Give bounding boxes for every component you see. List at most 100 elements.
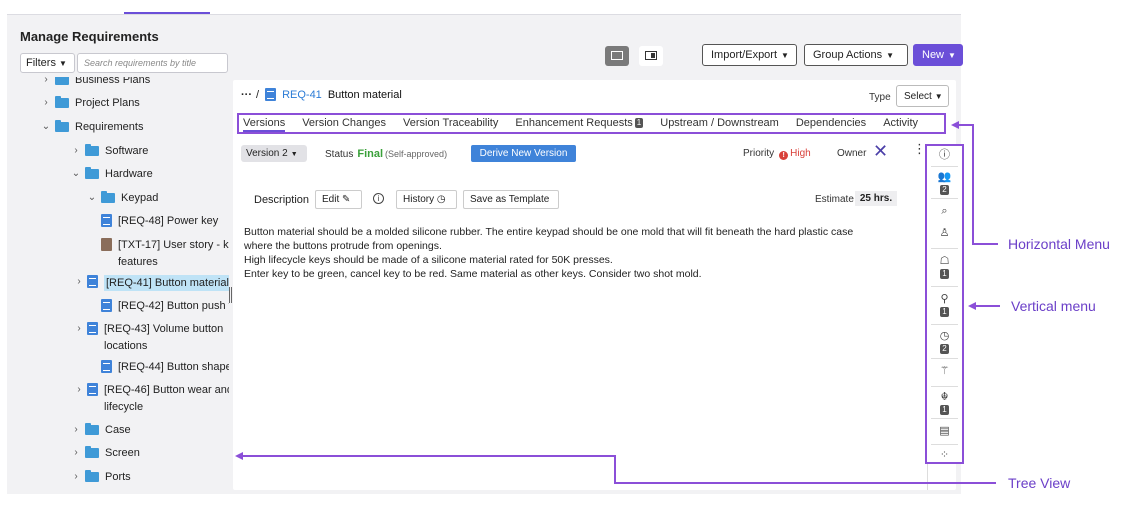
breadcrumb-more[interactable]: ··· — [241, 89, 252, 101]
count-badge: 1 — [634, 118, 644, 128]
person-menu-button[interactable]: ♙ — [927, 228, 962, 239]
tree-item-label: [REQ-42] Button push feel — [118, 299, 229, 313]
tree-item-text: [REQ-46] Button wear and — [104, 384, 229, 396]
tree-item-text: [REQ-42] Button push feel — [118, 300, 229, 312]
split-view-icon — [645, 51, 657, 60]
timer-menu-button[interactable]: ◷ 2 — [927, 331, 962, 354]
tab-dependencies[interactable]: Dependencies — [796, 115, 866, 132]
tree-requirement-item[interactable]: [REQ-48] Power key — [99, 214, 218, 234]
link-icon: ⚲ — [940, 293, 949, 305]
link-menu-button[interactable]: ⚲ 1 — [927, 294, 962, 317]
chevron-right-icon[interactable]: › — [73, 275, 85, 289]
chevron-down-icon[interactable]: ⌄ — [70, 167, 82, 181]
priority[interactable]: Priority! High — [743, 148, 811, 160]
estimate-value[interactable]: 25 hrs. — [855, 191, 897, 206]
chevron-right-icon[interactable]: › — [73, 322, 85, 336]
tree-folder-item[interactable]: ⌄ Keypad — [86, 191, 158, 211]
tab-versions[interactable]: Versions — [243, 115, 286, 132]
tree-requirement-item[interactable]: › [REQ-46] Button wear and lifecycle — [73, 383, 229, 413]
tree-requirement-item[interactable]: [TXT-17] User story - keypad features — [99, 238, 229, 268]
tree-folder-item[interactable]: › Ports — [70, 470, 131, 490]
chevron-down-icon[interactable]: ⌄ — [40, 120, 52, 134]
derive-new-version-button[interactable]: Derive New Version — [471, 145, 576, 162]
tree-item-text: Ports — [105, 471, 131, 483]
chevron-right-icon[interactable]: › — [70, 446, 82, 460]
tree-folder-item[interactable]: › Screen — [70, 446, 140, 466]
search-input[interactable] — [77, 53, 228, 73]
callout-tree-connector — [614, 455, 616, 483]
split-view-toggle[interactable] — [639, 46, 663, 66]
tree-requirement-item[interactable]: [REQ-44] Button shape — [99, 360, 229, 380]
status-value: Final — [357, 148, 384, 160]
count-badge: 1 — [940, 307, 949, 317]
breadcrumb-separator: / — [256, 88, 260, 101]
chevron-right-icon[interactable]: › — [70, 423, 82, 437]
tree-folder-item[interactable]: › Project Plans — [40, 96, 140, 116]
tree-item-label: Software — [105, 144, 148, 158]
tab-upstream-downstream[interactable]: Upstream / Downstream — [660, 115, 779, 132]
info-menu-button[interactable]: ⓘ — [927, 150, 962, 161]
tree-item-text: Case — [105, 424, 131, 436]
owner-avatar-icon[interactable]: ✕ — [873, 142, 888, 160]
new-button[interactable]: New ▼ — [913, 44, 963, 66]
tree-item-text: [REQ-41] Button material — [106, 277, 229, 289]
comment-icon: ☖ — [939, 255, 950, 267]
edit-label: Edit — [322, 194, 340, 205]
tree-folder-item[interactable]: ⌄ Requirements — [40, 120, 143, 140]
chevron-right-icon[interactable]: › — [40, 77, 52, 87]
chevron-right-icon[interactable]: › — [40, 96, 52, 110]
caret-down-icon: ▼ — [934, 92, 943, 101]
bug-menu-button[interactable]: ☬ 1 — [927, 392, 962, 415]
tree-folder-item[interactable]: › Software — [70, 144, 148, 164]
document-menu-button[interactable]: ▤ — [927, 426, 962, 437]
menu-divider — [931, 444, 958, 445]
wand-menu-button[interactable]: ⚚ — [927, 366, 962, 377]
status: Status Final (Self-approved) — [325, 148, 447, 160]
tab-activity[interactable]: Activity — [883, 115, 918, 132]
pane-resize-handle[interactable] — [229, 287, 232, 303]
requirement-id[interactable]: REQ-41 — [282, 89, 322, 101]
tree-folder-item[interactable]: › Business Plans — [40, 77, 150, 93]
priority-label: Priority — [743, 148, 775, 159]
tab-enhancement-requests[interactable]: Enhancement Requests 1 — [515, 115, 644, 132]
zoom-menu-button[interactable]: ⌕ — [927, 206, 962, 217]
tab-version-changes[interactable]: Version Changes — [302, 115, 386, 132]
caret-down-icon: ▼ — [290, 151, 298, 158]
chevron-right-icon[interactable]: › — [70, 470, 82, 484]
version-dropdown[interactable]: Version 2 ▼ — [241, 145, 307, 162]
tree-requirement-item[interactable]: › [REQ-43] Volume button locations — [73, 322, 223, 352]
import-export-button[interactable]: Import/Export ▼ — [702, 44, 797, 66]
folder-icon — [55, 77, 69, 85]
list-view-toggle[interactable] — [605, 46, 629, 66]
save-as-template-button[interactable]: Save as Template — [463, 190, 559, 209]
pencil-icon: ✎ — [342, 194, 351, 205]
chevron-right-icon[interactable]: › — [73, 383, 85, 397]
group-actions-button[interactable]: Group Actions ▼ — [804, 44, 908, 66]
tab-version-traceability[interactable]: Version Traceability — [403, 115, 498, 132]
tree-view: › Business Plans › Project Plans ⌄ Requiremen… — [20, 77, 229, 495]
edit-button[interactable]: Edit ✎ — [315, 190, 362, 209]
type-label: Type — [869, 92, 891, 103]
chevron-right-icon[interactable]: › — [70, 144, 82, 158]
tree-requirement-item[interactable]: › [REQ-41] Button material — [73, 275, 229, 295]
menu-divider — [931, 198, 958, 199]
users-menu-button[interactable]: 👥 2 — [927, 172, 962, 195]
info-icon[interactable]: i — [373, 193, 384, 204]
tree-item-label: [REQ-44] Button shape — [118, 360, 229, 374]
tree-item-label: [REQ-41] Button material — [104, 275, 229, 291]
folder-icon — [55, 120, 69, 132]
apps-menu-button[interactable]: ⁘ — [927, 450, 962, 461]
tree-folder-item[interactable]: › Case — [70, 423, 131, 443]
zoom-icon: ⌕ — [941, 205, 948, 217]
type-select[interactable]: Select ▼ — [896, 85, 949, 107]
info-icon: ⓘ — [939, 149, 950, 161]
vertical-menu: ⓘ 👥 2 ⌕ ♙ ☖ 1 ⚲ 1 ◷ 2 ⚚ ☬ 1 ▤ ⁘ — [925, 144, 964, 464]
tree-folder-item[interactable]: ⌄ Hardware — [70, 167, 153, 187]
comment-menu-button[interactable]: ☖ 1 — [927, 256, 962, 279]
tree-requirement-item[interactable]: [REQ-42] Button push feel — [99, 299, 229, 319]
caret-down-icon: ▼ — [781, 51, 789, 60]
filters-dropdown[interactable]: Filters ▼ — [20, 53, 75, 73]
history-button[interactable]: History ◷ — [396, 190, 457, 209]
status-label: Status — [325, 149, 354, 160]
chevron-down-icon[interactable]: ⌄ — [86, 191, 98, 205]
